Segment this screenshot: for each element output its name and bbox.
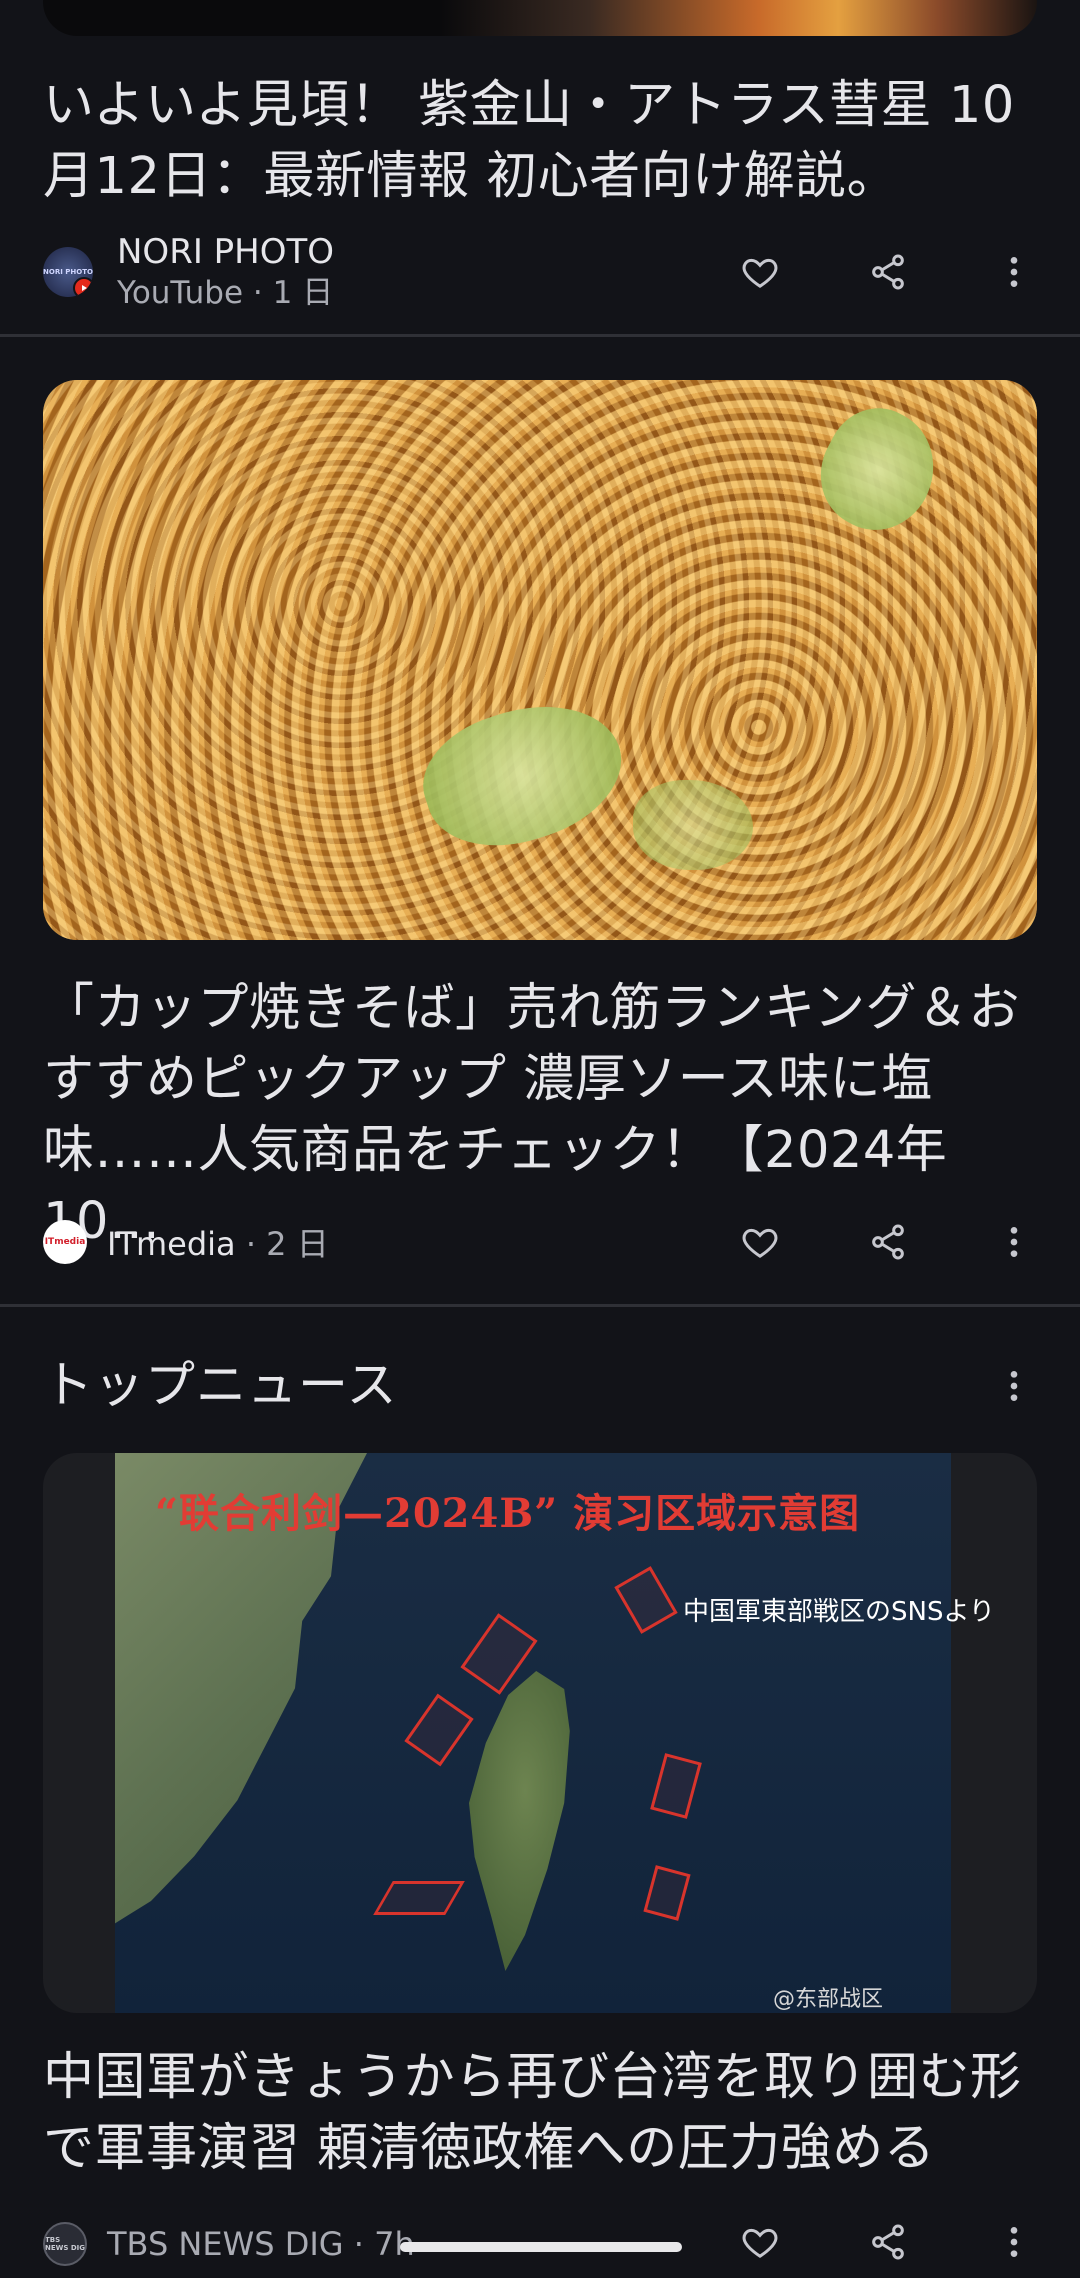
- cabbage-piece: [407, 682, 639, 868]
- share-button[interactable]: [856, 1210, 920, 1274]
- taiwan-island: [469, 1671, 570, 1971]
- more-options-button[interactable]: [982, 2210, 1046, 2274]
- source-name[interactable]: NORI PHOTO: [117, 231, 334, 273]
- card-divider: [0, 1304, 1080, 1307]
- drill-zone: [650, 1753, 702, 1819]
- source-logo-text: NORI PHOTO: [43, 268, 93, 276]
- share-button[interactable]: [856, 2210, 920, 2274]
- story-title[interactable]: いよいよ見頃！ 紫金山・アトラス彗星 10月12日：最新情報 初心者向け解説。: [43, 70, 1037, 212]
- story-meta: ITmedia ITmedia · 2 日: [43, 1212, 329, 1272]
- cabbage-piece: [801, 391, 955, 549]
- more-vert-icon: [1010, 257, 1018, 287]
- more-vert-icon: [1010, 2227, 1018, 2257]
- heart-outline-icon: [742, 2228, 778, 2258]
- story-meta: NORI PHOTO NORI PHOTO YouTube · 1 日: [43, 232, 334, 311]
- map-source-note: 中国軍東部戦区のSNSより: [683, 1597, 995, 1627]
- source-meta: · 2 日: [235, 1225, 329, 1263]
- story-thumbnail[interactable]: [43, 380, 1037, 940]
- news-feed: いよいよ見頃！ 紫金山・アトラス彗星 10月12日：最新情報 初心者向け解説。 …: [0, 0, 1080, 2278]
- card-divider: [0, 334, 1080, 337]
- source-name[interactable]: TBS NEWS DIG: [107, 2225, 344, 2263]
- story-title[interactable]: 中国軍がきょうから再び台湾を取り囲む形で軍事演習 頼清徳政権への圧力強める: [43, 2042, 1037, 2184]
- gesture-home-indicator[interactable]: [400, 2242, 682, 2252]
- source-logo: ITmedia: [43, 1220, 87, 1264]
- drill-zone: [614, 1566, 678, 1634]
- like-button[interactable]: [728, 240, 792, 304]
- like-button[interactable]: [728, 2210, 792, 2274]
- source-line: ITmedia · 2 日: [107, 1219, 329, 1265]
- section-more-button[interactable]: [982, 1354, 1046, 1418]
- source-logo: NORI PHOTO: [43, 247, 93, 297]
- share-icon: [872, 1224, 904, 1260]
- more-vert-icon: [1010, 1371, 1018, 1401]
- heart-outline-icon: [742, 258, 778, 288]
- cabbage-piece: [633, 780, 753, 870]
- share-icon: [872, 2224, 904, 2260]
- map-watermark: @东部战区: [773, 1987, 884, 2012]
- drill-zone: [373, 1881, 465, 1915]
- youtube-badge-icon: [73, 277, 93, 297]
- source-logo: TBS NEWS DIG: [43, 2222, 87, 2266]
- map-caption: “联合利剑—2024B” 演习区域示意图: [155, 1490, 861, 1537]
- section-title[interactable]: トップニュース: [43, 1345, 398, 1417]
- source-name[interactable]: ITmedia: [107, 1225, 236, 1263]
- story-thumbnail[interactable]: [43, 0, 1037, 36]
- share-icon: [872, 254, 904, 290]
- more-options-button[interactable]: [982, 240, 1046, 304]
- story-meta: TBS NEWS DIG TBS NEWS DIG · 7h: [43, 2214, 415, 2274]
- like-button[interactable]: [728, 1210, 792, 1274]
- drill-zone: [404, 1693, 474, 1767]
- source-line: TBS NEWS DIG · 7h: [107, 2225, 415, 2263]
- story-thumbnail[interactable]: “联合利剑—2024B” 演习区域示意图 中国軍東部戦区のSNSより @东部战区: [43, 1453, 1037, 2013]
- source-logo-text: TBS NEWS DIG: [45, 2236, 86, 2252]
- source-logo-text: ITmedia: [44, 1237, 86, 1247]
- source-meta: YouTube · 1 日: [117, 275, 334, 311]
- share-button[interactable]: [856, 240, 920, 304]
- more-vert-icon: [1010, 1227, 1018, 1257]
- drill-zone: [643, 1865, 691, 1921]
- more-options-button[interactable]: [982, 1210, 1046, 1274]
- heart-outline-icon: [742, 1228, 778, 1258]
